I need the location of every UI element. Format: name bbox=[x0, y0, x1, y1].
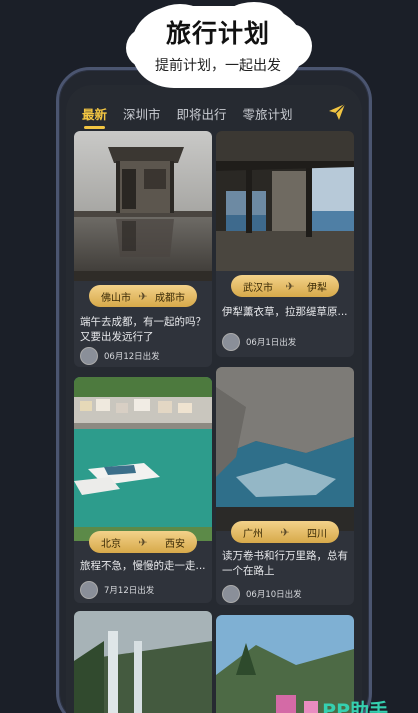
plane-icon: ✈ bbox=[285, 279, 295, 293]
trip-meta: 7月12日出发 bbox=[80, 581, 154, 599]
route-to: 西安 bbox=[165, 538, 185, 550]
tab-upcoming[interactable]: 即将出行 bbox=[177, 104, 227, 123]
avatar[interactable] bbox=[222, 585, 240, 603]
route-to: 四川 bbox=[307, 528, 327, 540]
trip-meta: 06月10日出发 bbox=[222, 585, 302, 603]
trip-card[interactable]: 佛山市 ✈ 成都市 端午去成都，有一起的吗？又要出发远行了 06月12日出发 bbox=[74, 131, 212, 367]
departure-date: 06月1日出发 bbox=[246, 338, 297, 348]
trip-meta: 06月12日出发 bbox=[80, 347, 160, 365]
trip-description: 读万卷书和行万里路，总有一个在路上 bbox=[222, 550, 348, 577]
avatar[interactable] bbox=[80, 347, 98, 365]
trip-description: 端午去成都，有一起的吗？又要出发远行了 bbox=[80, 316, 206, 343]
page-title: 旅行计划 bbox=[165, 19, 270, 48]
route-badge: 广州 ✈ 四川 bbox=[231, 521, 339, 543]
route-to: 伊犁 bbox=[307, 282, 327, 294]
departure-date: 06月12日出发 bbox=[104, 352, 160, 362]
plane-icon: ✈ bbox=[138, 535, 148, 549]
trip-card[interactable]: 武汉市 ✈ 伊犁 伊犁薰衣草，拉那缇草原... 06月1日出发 bbox=[216, 131, 354, 357]
trip-meta: 06月1日出发 bbox=[222, 333, 296, 351]
trip-card[interactable]: 北京 ✈ 西安 旅程不急，慢慢的走一走... 7月12日出发 bbox=[74, 377, 212, 603]
tab-latest[interactable]: 最新 bbox=[82, 104, 107, 129]
route-from: 北京 bbox=[101, 538, 121, 550]
trip-photo bbox=[74, 131, 212, 281]
plane-icon: ✈ bbox=[280, 525, 290, 539]
trip-description: 旅程不急，慢慢的走一走... bbox=[80, 560, 206, 572]
route-badge: 武汉市 ✈ 伊犁 bbox=[231, 275, 339, 297]
page-subtitle: 提前计划，一起出发 bbox=[155, 58, 281, 74]
trip-card[interactable] bbox=[74, 611, 212, 713]
trip-photo bbox=[216, 367, 354, 531]
watermark-logo: PP助手 bbox=[322, 700, 388, 713]
route-badge: 北京 ✈ 西安 bbox=[89, 531, 197, 553]
send-icon[interactable] bbox=[328, 103, 346, 121]
trip-photo bbox=[216, 131, 354, 271]
departure-date: 06月10日出发 bbox=[246, 590, 302, 600]
tab-plans[interactable]: 零旅计划 bbox=[243, 104, 293, 123]
trip-photo bbox=[74, 377, 212, 541]
route-from: 武汉市 bbox=[243, 282, 273, 294]
avatar[interactable] bbox=[80, 581, 98, 599]
trip-description: 伊犁薰衣草，拉那缇草原... bbox=[222, 306, 348, 318]
route-badge: 佛山市 ✈ 成都市 bbox=[89, 285, 197, 307]
tab-shenzhen[interactable]: 深圳市 bbox=[123, 104, 161, 123]
trip-card[interactable]: 广州 ✈ 四川 读万卷书和行万里路，总有一个在路上 06月10日出发 bbox=[216, 367, 354, 605]
tab-bar: 最新 深圳市 即将出行 零旅计划 bbox=[82, 101, 348, 129]
departure-date: 7月12日出发 bbox=[104, 586, 155, 596]
avatar[interactable] bbox=[222, 333, 240, 351]
route-from: 广州 bbox=[243, 528, 263, 540]
app-screen: 最新 深圳市 即将出行 零旅计划 佛山市 ✈ 成都市 端午去成都，有一起的吗？又… bbox=[66, 85, 362, 713]
route-to: 成都市 bbox=[155, 292, 185, 304]
trip-photo bbox=[74, 611, 212, 713]
plane-icon: ✈ bbox=[138, 289, 148, 303]
route-from: 佛山市 bbox=[101, 292, 131, 304]
